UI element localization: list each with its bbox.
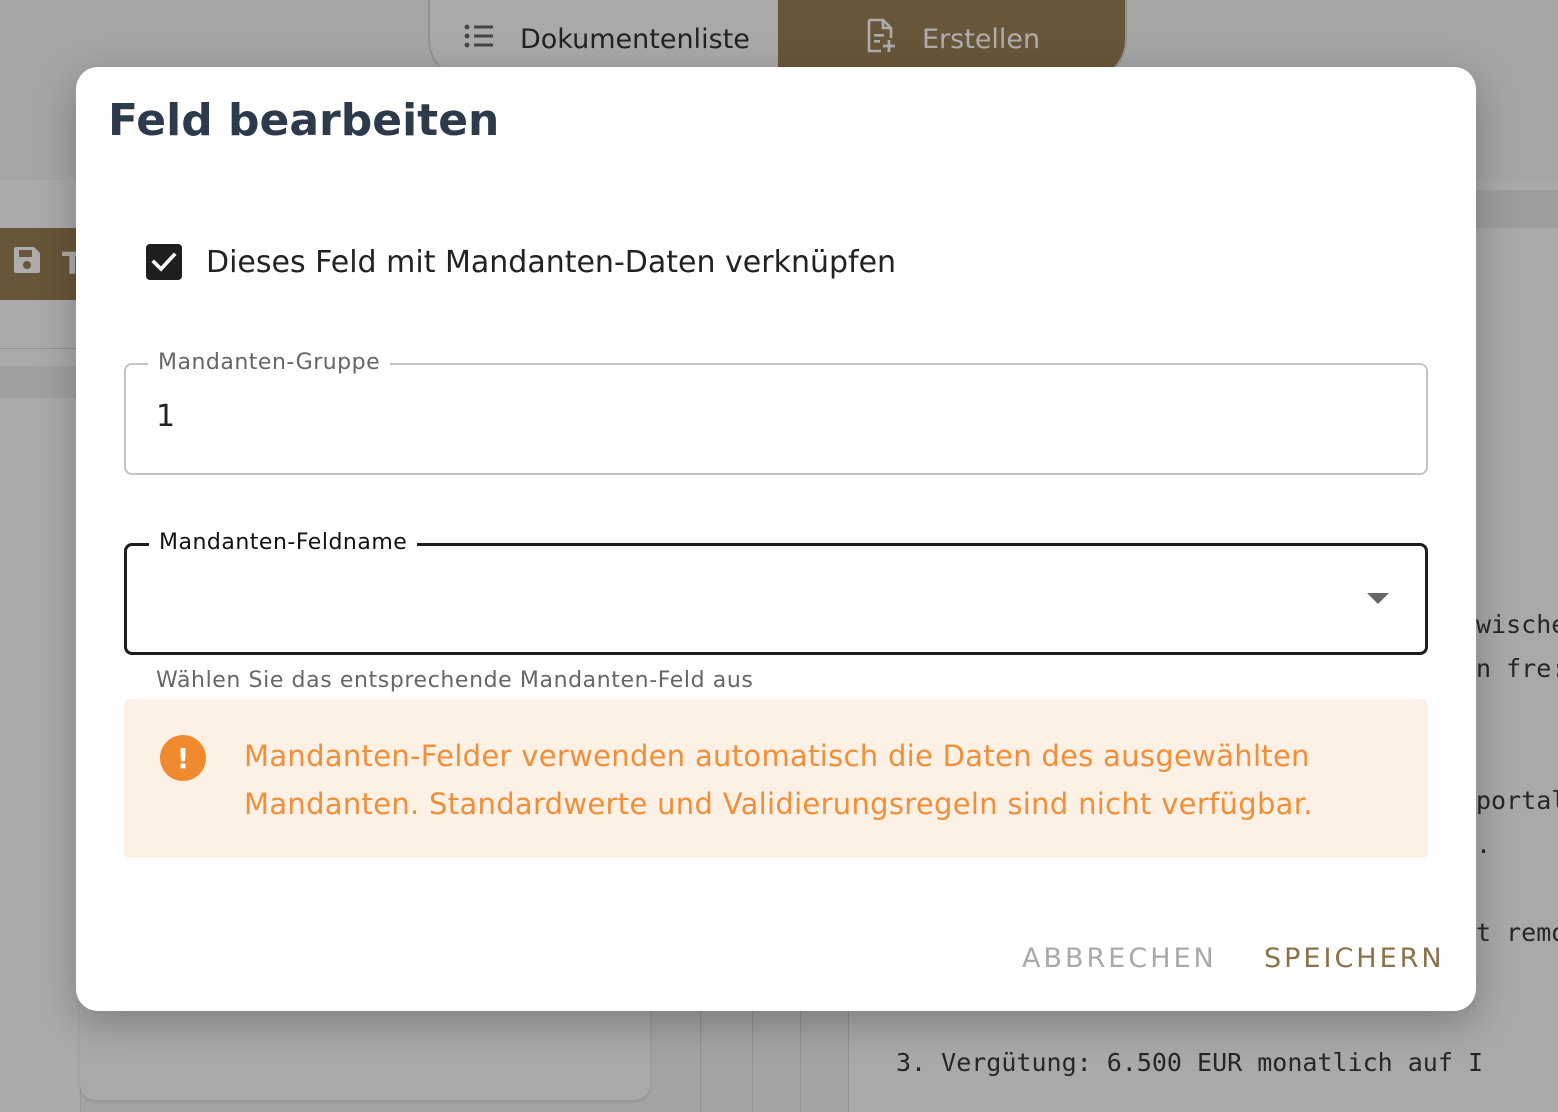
warning-alert-text: Mandanten-Felder verwenden automatisch d…: [244, 739, 1313, 821]
link-client-data-checkbox-row[interactable]: Dieses Feld mit Mandanten-Daten verknüpf…: [146, 244, 896, 280]
check-icon: [151, 252, 177, 272]
warning-alert: ! Mandanten-Felder verwenden automatisch…: [124, 699, 1428, 858]
client-group-value[interactable]: 1: [156, 399, 175, 434]
client-group-label: Mandanten-Gruppe: [148, 348, 391, 378]
cancel-button[interactable]: ABBRECHEN: [1022, 943, 1217, 974]
edit-field-dialog: Feld bearbeiten Dieses Feld mit Mandante…: [76, 67, 1476, 1011]
client-group-field[interactable]: Mandanten-Gruppe 1: [124, 348, 1428, 475]
client-fieldname-label: Mandanten-Feldname: [149, 528, 418, 558]
dropdown-arrow-icon[interactable]: [1367, 593, 1389, 604]
save-button[interactable]: SPEICHERN: [1264, 943, 1445, 974]
dialog-title: Feld bearbeiten: [108, 95, 500, 146]
exclamation-icon: !: [160, 735, 206, 781]
client-fieldname-helper-text: Wählen Sie das entsprechende Mandanten-F…: [156, 668, 754, 693]
link-client-data-checkbox[interactable]: [146, 244, 182, 280]
link-client-data-label: Dieses Feld mit Mandanten-Daten verknüpf…: [206, 244, 897, 280]
client-fieldname-select[interactable]: Mandanten-Feldname: [124, 528, 1428, 655]
